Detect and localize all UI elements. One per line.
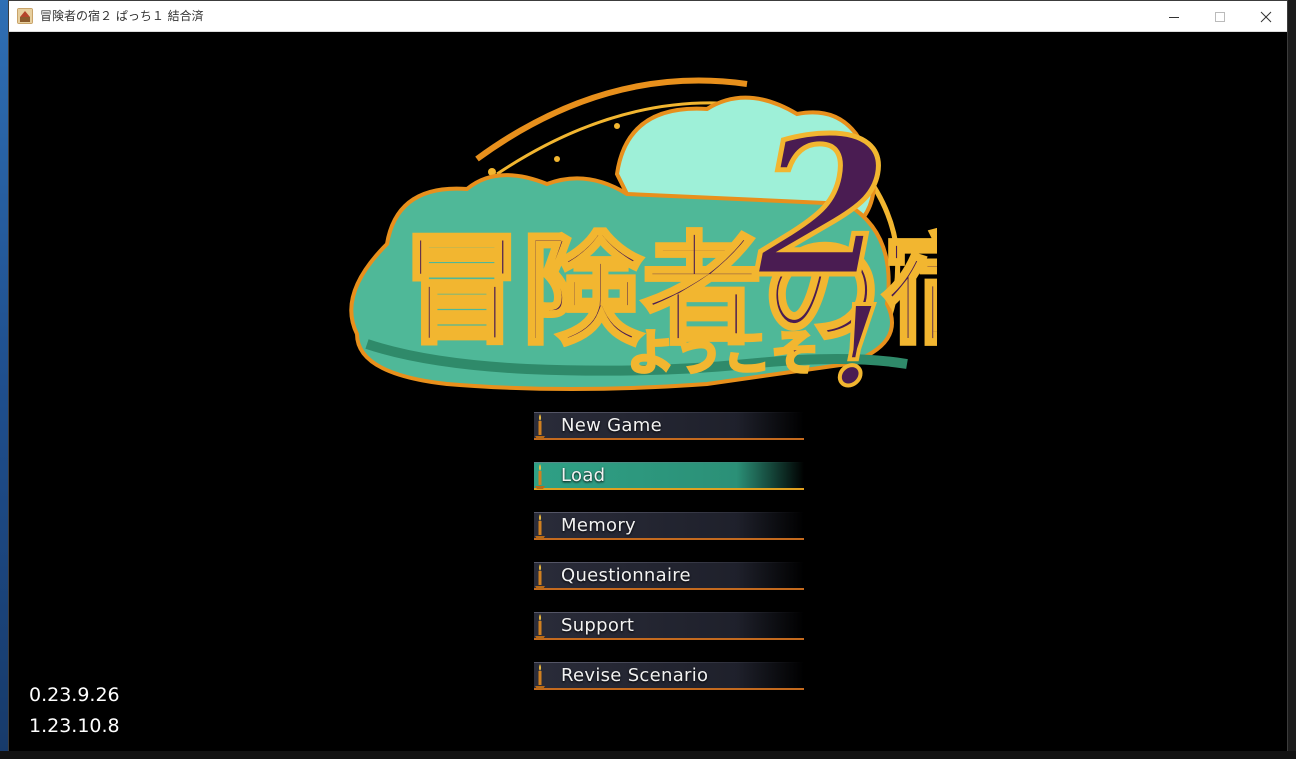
menu-item-load[interactable]: Load <box>524 460 804 490</box>
logo-kana: ようこそ <box>627 325 819 381</box>
desktop-background-right <box>1288 0 1296 759</box>
menu-item-label: Support <box>561 615 635 636</box>
desktop-background <box>0 0 8 759</box>
taskbar-strip <box>0 751 1296 759</box>
menu-item-label: Revise Scenario <box>561 665 709 686</box>
game-window: 冒険者の宿２ ぱっち１ 結合済 冒険者の ようこそ 2 ! New Game L… <box>8 0 1288 751</box>
menu-item-revise-scenario[interactable]: Revise Scenario <box>524 660 804 690</box>
candle-ornament-icon <box>535 414 545 439</box>
menu-item-label: Questionnaire <box>561 565 691 586</box>
maximize-button[interactable] <box>1197 1 1243 32</box>
menu-item-questionnaire[interactable]: Questionnaire <box>524 560 804 590</box>
game-screen: 冒険者の宿へ ようこそ 2 ! New Game Load Memory Questi… <box>9 32 1287 751</box>
minimize-button[interactable] <box>1151 1 1197 32</box>
logo-exclamation: ! <box>832 281 880 399</box>
candle-ornament-icon <box>535 614 545 639</box>
menu-item-memory[interactable]: Memory <box>524 510 804 540</box>
menu-item-label: New Game <box>561 415 662 436</box>
maximize-icon <box>1215 11 1225 22</box>
app-icon <box>17 8 33 24</box>
menu-item-label: Memory <box>561 515 637 536</box>
candle-ornament-icon <box>535 664 545 689</box>
title-menu: New Game Load Memory Questionnaire Support Re… <box>524 410 814 710</box>
version-label: 0.23.9.26 <box>29 684 120 706</box>
title-bar[interactable]: 冒険者の宿２ ぱっち１ 結合済 <box>9 1 1287 32</box>
version-label: 1.23.10.8 <box>29 715 120 737</box>
title-logo: 冒険者の宿へ ようこそ 2 ! <box>327 64 1124 412</box>
menu-item-support[interactable]: Support <box>524 610 804 640</box>
candle-ornament-icon <box>535 514 545 539</box>
window-title: 冒険者の宿２ ぱっち１ 結合済 <box>40 9 204 23</box>
candle-ornament-icon <box>535 564 545 589</box>
menu-item-label: Load <box>561 465 606 486</box>
close-icon <box>1260 11 1272 22</box>
candle-ornament-icon <box>535 464 545 489</box>
menu-item-new-game[interactable]: New Game <box>524 410 804 440</box>
minimize-icon <box>1169 16 1179 18</box>
close-button[interactable] <box>1243 1 1289 32</box>
